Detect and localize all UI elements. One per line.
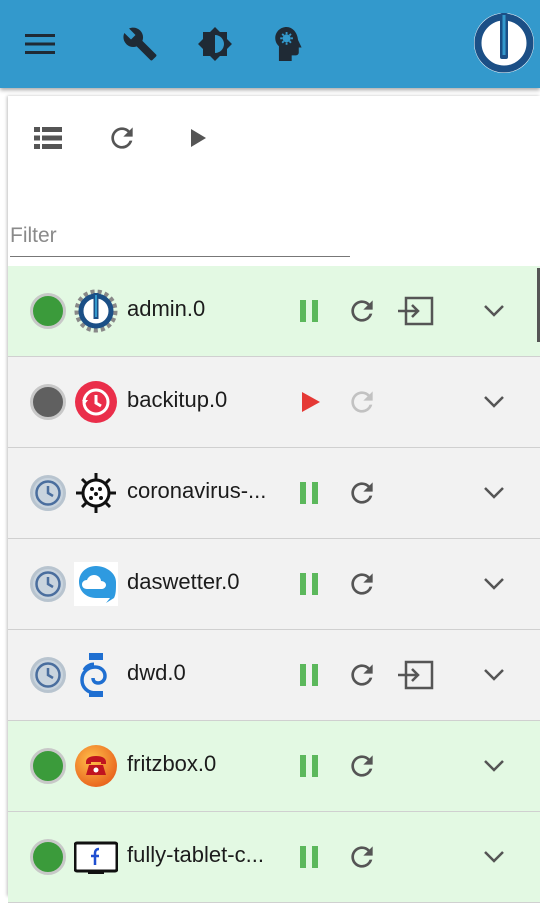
pause-button[interactable]	[289, 291, 329, 331]
instance-name: admin.0	[127, 296, 206, 321]
instance-name: fritzbox.0	[127, 751, 217, 776]
expand-chevron-icon[interactable]	[474, 564, 514, 604]
status-scheduled-clock-icon	[30, 566, 66, 602]
expand-chevron-icon[interactable]	[474, 746, 514, 786]
instance-row-admin: admin.0	[8, 266, 540, 357]
restart-button[interactable]	[342, 837, 382, 877]
list-icon[interactable]	[28, 118, 68, 158]
instance-row-coronavirus: coronavirus-...	[8, 448, 540, 539]
restart-button[interactable]	[342, 564, 382, 604]
start-button[interactable]	[291, 382, 331, 422]
status-running-indicator	[30, 839, 66, 875]
admin-gear-icon	[74, 289, 118, 333]
instance-name: coronavirus-...	[127, 478, 267, 503]
expand-chevron-icon[interactable]	[474, 655, 514, 695]
expand-chevron-icon[interactable]	[474, 382, 514, 422]
instance-name: fully-tablet-c...	[127, 842, 264, 867]
status-scheduled-clock-icon	[30, 475, 66, 511]
expand-chevron-icon[interactable]	[474, 291, 514, 331]
instance-name: backitup.0	[127, 387, 228, 412]
instance-list: admin.0 backitup.0 coronavirus-... daswe…	[8, 266, 540, 903]
restart-button[interactable]	[342, 655, 382, 695]
restart-button[interactable]	[342, 291, 382, 331]
instance-row-fully-tablet: fully-tablet-c...	[8, 812, 540, 903]
restart-button-disabled	[342, 382, 382, 422]
telephone-icon	[74, 744, 118, 788]
instance-name: dwd.0	[127, 660, 186, 685]
play-icon[interactable]	[178, 118, 218, 158]
pause-button[interactable]	[289, 746, 329, 786]
status-running-indicator	[30, 748, 66, 784]
expand-chevron-icon[interactable]	[474, 473, 514, 513]
instance-row-daswetter: daswetter.0	[8, 539, 540, 630]
tablet-icon	[73, 835, 119, 879]
instance-name: daswetter.0	[127, 569, 240, 594]
expert-mode-icon[interactable]	[268, 22, 308, 66]
instances-panel: admin.0	[8, 96, 540, 903]
pause-button[interactable]	[289, 473, 329, 513]
status-scheduled-clock-icon	[30, 657, 66, 693]
reload-icon[interactable]	[102, 118, 142, 158]
pause-button[interactable]	[289, 564, 329, 604]
dwd-swirl-icon	[74, 653, 118, 697]
instance-row-backitup: backitup.0	[8, 357, 540, 448]
menu-icon[interactable]	[20, 22, 60, 66]
coronavirus-icon	[74, 471, 118, 515]
instance-row-dwd: dwd.0	[8, 630, 540, 721]
iobroker-logo[interactable]	[472, 11, 536, 75]
app-bar	[0, 0, 540, 88]
wrench-icon[interactable]	[120, 22, 160, 66]
status-stopped-indicator	[30, 384, 66, 420]
pause-button[interactable]	[289, 837, 329, 877]
logs-button[interactable]	[395, 291, 435, 331]
instance-row-fritzbox: fritzbox.0	[8, 721, 540, 812]
expand-chevron-icon[interactable]	[474, 837, 514, 877]
brightness-icon[interactable]	[195, 22, 235, 66]
status-running-indicator	[30, 293, 66, 329]
pause-button[interactable]	[289, 655, 329, 695]
filter-input[interactable]	[10, 216, 350, 257]
backitup-icon	[74, 380, 118, 424]
restart-button[interactable]	[342, 746, 382, 786]
logs-button[interactable]	[395, 655, 435, 695]
cloud-icon	[74, 562, 118, 606]
restart-button[interactable]	[342, 473, 382, 513]
